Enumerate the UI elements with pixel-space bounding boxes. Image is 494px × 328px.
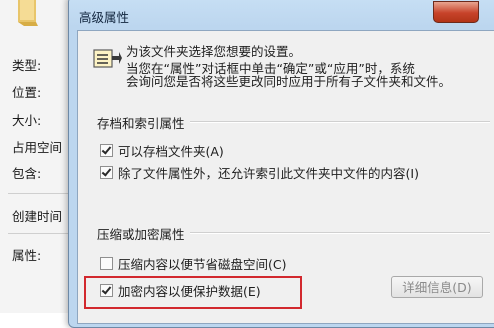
compress-option-label: 压缩内容以便节省磁盘空间(C) (118, 256, 287, 272)
group-divider (190, 232, 490, 234)
compress-checkbox[interactable] (100, 256, 113, 270)
attributes-label: 属性: (12, 248, 42, 263)
location-label: 位置: (12, 85, 42, 100)
size-label: 大小: (12, 113, 42, 128)
close-button[interactable] (433, 1, 479, 23)
archive-option[interactable]: 可以存档文件夹(A) (100, 141, 224, 159)
contains-label: 包含: (12, 166, 42, 181)
group-divider (190, 121, 490, 123)
dialog-description: 会询问您是否将这些更改同时应用于所有子文件夹和文件。 (126, 74, 452, 89)
index-option-label: 除了文件属性外，还允许索引此文件夹中文件的内容(I) (118, 165, 419, 181)
created-label: 创建时间 (12, 209, 63, 224)
separator (8, 193, 68, 194)
type-label: 类型: (12, 58, 42, 73)
highlight-annotation (84, 276, 302, 309)
size-on-disk-label: 占用空间 (12, 140, 63, 155)
archive-option-label: 可以存档文件夹(A) (118, 143, 224, 159)
compress-option[interactable]: 压缩内容以便节省磁盘空间(C) (100, 254, 286, 272)
archive-checkbox[interactable] (100, 143, 113, 157)
index-option[interactable]: 除了文件属性外，还允许索引此文件夹中文件的内容(I) (100, 163, 419, 181)
dialog-title: 高级属性 (79, 10, 130, 25)
settings-list-icon (93, 49, 122, 68)
archive-group-title: 存档和索引属性 (97, 116, 185, 131)
details-button[interactable]: 详细信息(D) (391, 276, 483, 298)
compress-group-title: 压缩或加密属性 (97, 227, 185, 242)
separator (8, 233, 68, 234)
title-bar[interactable]: 高级属性 (69, 0, 494, 31)
index-checkbox[interactable] (100, 165, 113, 179)
folder-icon (18, 0, 38, 26)
